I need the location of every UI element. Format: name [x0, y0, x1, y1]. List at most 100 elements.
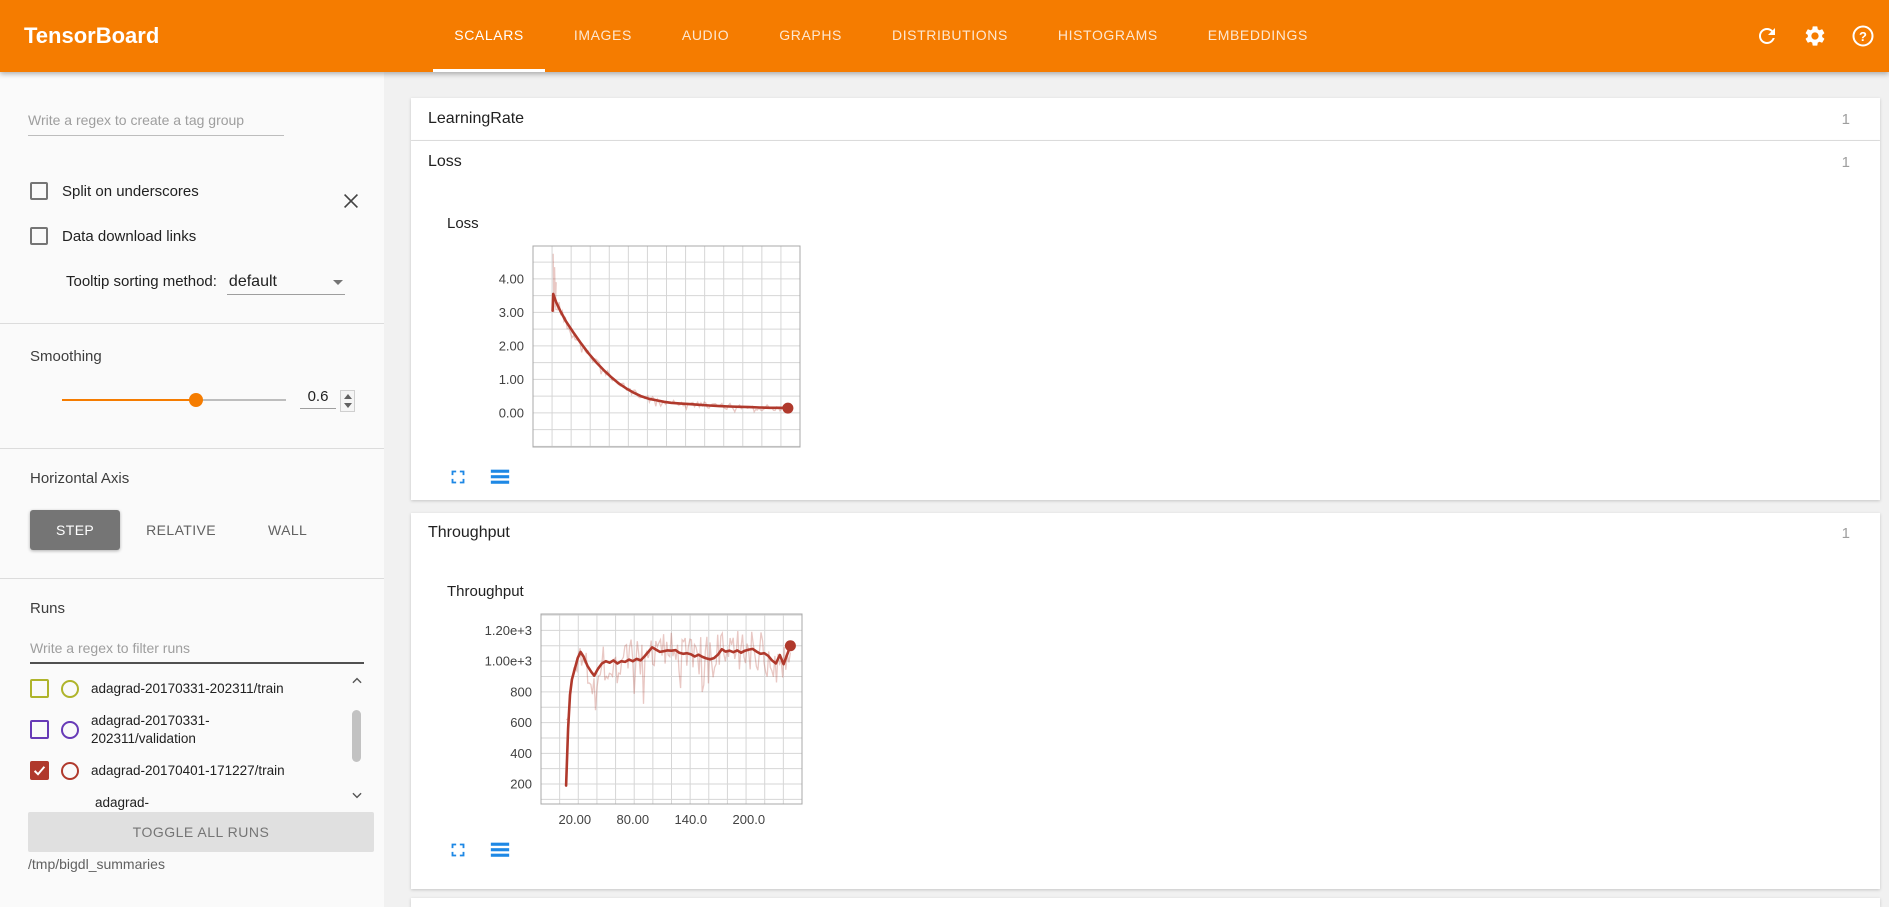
- tab-histograms[interactable]: HISTOGRAMS: [1037, 0, 1179, 72]
- section-header-loss[interactable]: Loss 1: [411, 141, 1880, 183]
- settings-icon[interactable]: [1803, 24, 1827, 48]
- app-header: TensorBoard SCALARSIMAGESAUDIOGRAPHSDIST…: [0, 0, 1889, 72]
- tab-audio[interactable]: AUDIO: [661, 0, 750, 72]
- section-throughput: Throughput 1 Throughput 200 400 600 800 1.00…: [411, 513, 1880, 889]
- run-color-radio[interactable]: [61, 721, 79, 739]
- smoothing-slider-fill: [62, 399, 196, 401]
- section-title: Throughput: [428, 524, 510, 542]
- svg-text:200: 200: [510, 777, 532, 792]
- section-next-peek: [411, 898, 1880, 907]
- run-label: adagrad-20170331-202311/train: [91, 680, 303, 698]
- option-split-on-underscores: Split on underscores: [30, 182, 199, 200]
- section-count-badge: 1: [1842, 111, 1850, 128]
- throughput-chart-actions: [447, 839, 511, 861]
- section-title: Loss: [428, 153, 462, 171]
- tooltip-sorting-value: default: [229, 273, 277, 290]
- svg-text:1.00e+3: 1.00e+3: [485, 654, 532, 669]
- svg-text:200.0: 200.0: [733, 812, 766, 827]
- tab-bar: SCALARSIMAGESAUDIOGRAPHSDISTRIBUTIONSHIS…: [429, 0, 1333, 72]
- refresh-icon[interactable]: [1755, 24, 1779, 48]
- svg-text:0.00: 0.00: [499, 405, 524, 420]
- run-list-scrollbar: [348, 674, 366, 802]
- help-icon[interactable]: ?: [1851, 24, 1875, 48]
- loss-chart-actions: [447, 466, 511, 488]
- data-download-links-label: Data download links: [62, 228, 196, 245]
- section-title: LearningRate: [428, 110, 524, 128]
- svg-text:1.20e+3: 1.20e+3: [485, 623, 532, 638]
- section-loss: Loss 1 Loss 0.00 1.00 2.00 3.00 4.00: [411, 141, 1880, 500]
- tooltip-sorting-dropdown[interactable]: default: [227, 271, 345, 295]
- svg-text:4.00: 4.00: [499, 271, 524, 286]
- run-list: adagrad-20170331-202311/train adagrad-201…: [30, 672, 346, 812]
- divider: [0, 578, 384, 579]
- smoothing-heading: Smoothing: [30, 348, 102, 365]
- tab-embeddings[interactable]: EMBEDDINGS: [1187, 0, 1329, 72]
- run-item: adagrad-: [30, 787, 346, 812]
- dropdown-arrow-icon: [333, 280, 343, 285]
- axis-button-wall[interactable]: WALL: [242, 510, 333, 550]
- split-on-underscores-label: Split on underscores: [62, 183, 199, 200]
- smoothing-slider-knob[interactable]: [189, 393, 203, 407]
- data-list-icon[interactable]: [489, 466, 511, 488]
- loss-chart[interactable]: 0.00 1.00 2.00 3.00 4.00: [447, 236, 819, 454]
- run-label: adagrad-: [95, 794, 307, 812]
- stepper-up-icon[interactable]: [344, 394, 352, 399]
- main-content: LearningRate 1 Loss 1 Loss 0.00 1.00 2.00 3…: [384, 72, 1889, 907]
- sidebar: Split on underscores Data download links…: [0, 72, 384, 907]
- tab-distributions[interactable]: DISTRIBUTIONS: [871, 0, 1029, 72]
- data-download-links-checkbox[interactable]: [30, 227, 48, 245]
- svg-text:20.00: 20.00: [559, 812, 592, 827]
- run-color-radio[interactable]: [61, 680, 79, 698]
- scroll-up-icon[interactable]: [350, 674, 364, 688]
- scroll-down-icon[interactable]: [350, 788, 364, 802]
- horizontal-axis-buttons: STEPRELATIVEWALL: [30, 510, 333, 550]
- fullscreen-icon[interactable]: [447, 466, 469, 488]
- stepper-down-icon[interactable]: [344, 403, 352, 408]
- svg-text:?: ?: [1859, 29, 1867, 44]
- divider: [0, 448, 384, 449]
- svg-text:600: 600: [510, 715, 532, 730]
- tooltip-sorting-label: Tooltip sorting method:: [66, 273, 217, 290]
- split-on-underscores-checkbox[interactable]: [30, 182, 48, 200]
- throughput-chart-card: Throughput 2004006008001.00e+31.20e+320.…: [447, 583, 819, 839]
- throughput-chart[interactable]: 2004006008001.00e+31.20e+320.0080.00140.…: [447, 604, 819, 834]
- axis-button-relative[interactable]: RELATIVE: [120, 510, 242, 550]
- horizontal-axis-heading: Horizontal Axis: [30, 470, 129, 487]
- fullscreen-icon[interactable]: [447, 839, 469, 861]
- run-item: adagrad-20170331-202311/validation: [30, 705, 346, 754]
- toggle-all-runs-button[interactable]: TOGGLE ALL RUNS: [28, 812, 374, 852]
- loss-chart-card: Loss 0.00 1.00 2.00 3.00 4.00: [447, 215, 819, 459]
- close-icon[interactable]: [340, 190, 362, 212]
- smoothing-value[interactable]: 0.6: [300, 388, 336, 409]
- smoothing-stepper[interactable]: [340, 390, 355, 412]
- section-header-learningrate[interactable]: LearningRate 1: [411, 98, 1880, 141]
- run-checkbox[interactable]: [30, 679, 49, 698]
- tag-group-regex-input[interactable]: [28, 104, 284, 136]
- run-checkbox[interactable]: [30, 720, 49, 739]
- tab-scalars[interactable]: SCALARS: [433, 0, 545, 72]
- section-header-throughput[interactable]: Throughput 1: [411, 513, 1880, 553]
- data-list-icon[interactable]: [489, 839, 511, 861]
- tooltip-sorting-row: Tooltip sorting method: default: [66, 271, 345, 295]
- svg-text:400: 400: [510, 746, 532, 761]
- option-data-download-links: Data download links: [30, 227, 196, 245]
- svg-text:1.00: 1.00: [499, 372, 524, 387]
- svg-text:3.00: 3.00: [499, 305, 524, 320]
- svg-text:140.0: 140.0: [675, 812, 708, 827]
- scrollbar-thumb[interactable]: [352, 710, 361, 762]
- svg-text:2.00: 2.00: [499, 338, 524, 353]
- run-label: adagrad-20170401-171227/train: [91, 762, 303, 780]
- tab-graphs[interactable]: GRAPHS: [758, 0, 863, 72]
- tab-images[interactable]: IMAGES: [553, 0, 653, 72]
- runs-regex-filter-input[interactable]: [30, 634, 364, 664]
- axis-button-step[interactable]: STEP: [30, 510, 120, 550]
- tensorboard-app: TensorBoard SCALARSIMAGESAUDIOGRAPHSDIST…: [0, 0, 1889, 907]
- app-title: TensorBoard: [0, 0, 159, 72]
- smoothing-slider-row: 0.6: [62, 390, 362, 410]
- loss-chart-title: Loss: [447, 215, 819, 232]
- run-checkbox[interactable]: [30, 761, 49, 780]
- svg-text:800: 800: [510, 684, 532, 699]
- run-label: adagrad-20170331-202311/validation: [91, 712, 303, 747]
- divider: [0, 323, 384, 324]
- run-color-radio[interactable]: [61, 762, 79, 780]
